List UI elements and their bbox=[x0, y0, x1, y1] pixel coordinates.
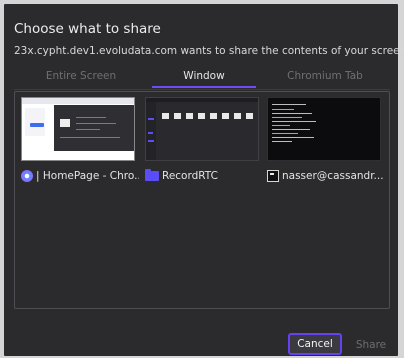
window-thumbnail bbox=[21, 97, 135, 161]
share-screen-dialog: Choose what to share 23x.cypht.dev1.evol… bbox=[4, 4, 404, 356]
terminal-icon bbox=[267, 170, 279, 182]
tab-entire-screen[interactable]: Entire Screen bbox=[14, 66, 148, 88]
window-sources-panel: | HomePage - Chro... RecordRTC nasser@ca… bbox=[14, 91, 390, 309]
dialog-subtitle: 23x.cypht.dev1.evoludata.com wants to sh… bbox=[14, 45, 404, 57]
source-label: | HomePage - Chro... bbox=[36, 170, 139, 182]
window-thumbnail bbox=[267, 97, 381, 161]
chromium-icon bbox=[21, 170, 33, 182]
tab-chromium-tab[interactable]: Chromium Tab bbox=[260, 66, 390, 88]
source-label: RecordRTC bbox=[162, 170, 218, 182]
source-label-row: nasser@cassandr... bbox=[267, 167, 385, 185]
tabs-divider bbox=[14, 89, 390, 90]
dialog-title: Choose what to share bbox=[14, 21, 161, 37]
source-label-row: | HomePage - Chro... bbox=[21, 167, 139, 185]
source-label: nasser@cassandr... bbox=[282, 170, 384, 182]
source-type-tabs: Entire Screen Window Chromium Tab bbox=[14, 66, 390, 90]
window-thumbnail bbox=[145, 97, 259, 161]
share-button[interactable]: Share bbox=[348, 334, 394, 356]
source-recordrtc[interactable]: RecordRTC bbox=[143, 92, 261, 192]
folder-icon bbox=[145, 169, 159, 181]
cancel-button[interactable]: Cancel bbox=[288, 333, 342, 355]
source-homepage-chromium[interactable]: | HomePage - Chro... bbox=[19, 92, 139, 192]
source-label-row: RecordRTC bbox=[145, 167, 263, 185]
source-terminal[interactable]: nasser@cassandr... bbox=[265, 92, 385, 192]
tab-window[interactable]: Window bbox=[148, 66, 260, 88]
